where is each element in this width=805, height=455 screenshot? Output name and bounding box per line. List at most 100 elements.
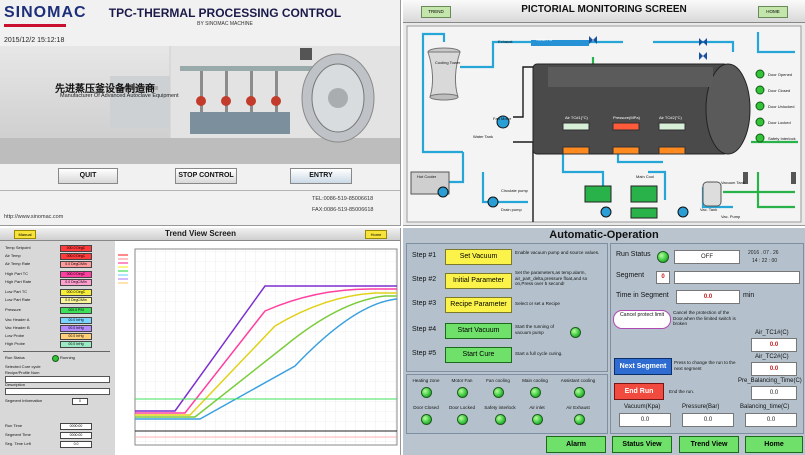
status-label: Air Exhaust: [566, 405, 590, 410]
automatic-operation-screen: Automatic-Operation Step #1 Set Vacuum E…: [403, 228, 805, 455]
trend-chart: [115, 241, 400, 455]
website-url: http://www.sinomac.com: [4, 214, 64, 220]
divider: [3, 351, 110, 352]
time-value: 0.0: [60, 441, 92, 448]
door-closed-label: Door Closed: [768, 88, 791, 93]
motor-fan-led: [457, 387, 468, 398]
status-panel: [406, 374, 608, 434]
initial-parameter-button[interactable]: Initial Parameter: [445, 273, 512, 289]
trend-plot: [118, 248, 398, 446]
param-label: Pressure: [5, 307, 22, 312]
start-vacuum-button[interactable]: Start Vacuum: [445, 323, 512, 339]
fan-cooling-led: [493, 387, 504, 398]
step-number: Step #1: [412, 252, 437, 259]
tpc-title: TPC-THERMAL PROCESSING CONTROL: [108, 6, 342, 20]
run-status-value: Running: [60, 355, 75, 360]
description-label: Description: [5, 382, 26, 387]
param-label: Vac Header B: [5, 325, 30, 330]
segment-value: 0: [656, 271, 670, 284]
auto-title: Automatic-Operation: [549, 229, 659, 241]
date-display: 2016 . 07 . 26: [748, 250, 779, 256]
status-view-button[interactable]: Status View: [612, 436, 672, 453]
alarm-button[interactable]: Alarm: [546, 436, 606, 453]
param-value: 000.0 DegC: [60, 245, 92, 252]
autoclave-illustration: [0, 46, 400, 164]
param-value: 00.0 InHg: [60, 317, 92, 324]
cooling-tower-label: Cooling Tower: [435, 60, 461, 65]
next-segment-description: Press to change the run to the next segm…: [674, 360, 736, 371]
main-cooling-led: [530, 387, 541, 398]
door-closed-led: [421, 414, 432, 425]
step-description: Enable vacuum pump and source values.: [515, 250, 600, 255]
step-number: Step #5: [412, 350, 437, 357]
param-label: Low Part TC: [5, 289, 28, 294]
run-status-led: [657, 251, 669, 263]
status-label: Air inlet: [529, 405, 545, 410]
pressure-value: 0.0: [682, 413, 734, 427]
status-label: Motor Fan: [451, 378, 473, 383]
headline-english: Manufacturer Of Advanced Autoclave Equip…: [60, 93, 179, 99]
segment-name-field: [674, 271, 800, 284]
step-number: Step #2: [412, 276, 437, 283]
step-number: Step #4: [412, 326, 437, 333]
param-value: 000.0 DegC: [60, 271, 92, 278]
quit-button[interactable]: QUIT: [58, 168, 118, 184]
param-label: High Probe: [5, 341, 26, 346]
door-unlocked-label: Door Unlocked: [768, 104, 795, 109]
pre-balancing-label: Pre_Balancing_Time(C): [738, 378, 802, 384]
param-label: Low Probe: [5, 333, 25, 338]
air-tc1-label: Air_TC1#(C): [755, 330, 789, 336]
run-status-label: Run Status: [5, 355, 25, 360]
segment-info-label: Segment Information: [5, 398, 43, 403]
steam-in-label: Steam In: [536, 37, 553, 42]
pictorial-title: PICTORIAL MONITORING SCREEN: [521, 4, 687, 15]
vacuum-tank-label: Vacuum Tank: [721, 180, 745, 185]
heating-zone-led: [421, 387, 432, 398]
air-tc2-label: Air TC#2(°C): [659, 115, 682, 120]
status-label: Main cooling: [522, 378, 548, 383]
drain-pump-label: Drain pump: [501, 207, 522, 212]
param-value: 00.0 InHg: [60, 341, 92, 348]
next-segment-button[interactable]: Next Segment: [614, 358, 672, 375]
logo-underline: [4, 24, 66, 27]
end-run-button[interactable]: End Run: [614, 383, 664, 400]
home-nav-button[interactable]: Home: [745, 436, 803, 453]
vacuum-value: 0.0: [619, 413, 671, 427]
recipe-profile-label: Recipe/Profile Num: [5, 370, 40, 375]
home-button[interactable]: HOME: [758, 6, 788, 18]
step-description: Select or set a Recipe: [515, 301, 560, 306]
trend-view-button[interactable]: Trend View: [679, 436, 739, 453]
tpc-thermal-screen: SINOMAC TPC-THERMAL PROCESSING CONTROL B…: [0, 0, 401, 226]
param-value: 0.0 DegC/Min: [60, 279, 92, 286]
vac-tank-label: Vac. Tank: [700, 207, 718, 212]
time-value: 0000:00: [60, 423, 92, 430]
time-label: Segment Time: [5, 432, 31, 437]
description-field[interactable]: [5, 388, 110, 395]
set-vacuum-button[interactable]: Set Vacuum: [445, 249, 512, 265]
safety-interlock-label: Safety Interlock: [768, 136, 796, 141]
time-label: Run Time: [5, 423, 23, 428]
param-value: 000.0 DegC: [60, 253, 92, 260]
tel-number: TEL:0086-519-85006618: [312, 196, 374, 202]
status-label: Fan cooling: [486, 378, 510, 383]
param-value: 0.0 DegC/Min: [60, 261, 92, 268]
stop-control-button[interactable]: STOP CONTROL: [175, 168, 237, 184]
time-unit: min: [743, 292, 755, 299]
param-value: 0.0 DegC/Min: [60, 297, 92, 304]
entry-button[interactable]: ENTRY: [290, 168, 352, 184]
tpc-subtitle: BY SINOMAC MACHINE: [197, 21, 253, 27]
status-label: Assistant cooling: [560, 378, 596, 383]
start-cure-button[interactable]: Start Cure: [445, 347, 512, 363]
status-label: Heating zone: [412, 378, 440, 383]
param-label: Vac Header A: [5, 317, 30, 322]
fan-motor-label: Fan Motor: [493, 116, 512, 121]
fax-number: FAX:0086-519-85006618: [312, 207, 374, 213]
recipe-parameter-button[interactable]: Recipe Parameter: [445, 297, 512, 313]
sinomac-logo: SINOMAC: [4, 4, 87, 21]
air-inlet-led: [532, 414, 543, 425]
time-display: 14 : 22 : 00: [752, 258, 778, 264]
trend-home-button[interactable]: Home: [365, 230, 387, 239]
param-label: Low Part Rate: [5, 297, 31, 302]
param-label: Temp Setpoint: [5, 245, 31, 250]
cancel-protect-limit-button[interactable]: Cancel protect limit: [613, 310, 671, 329]
